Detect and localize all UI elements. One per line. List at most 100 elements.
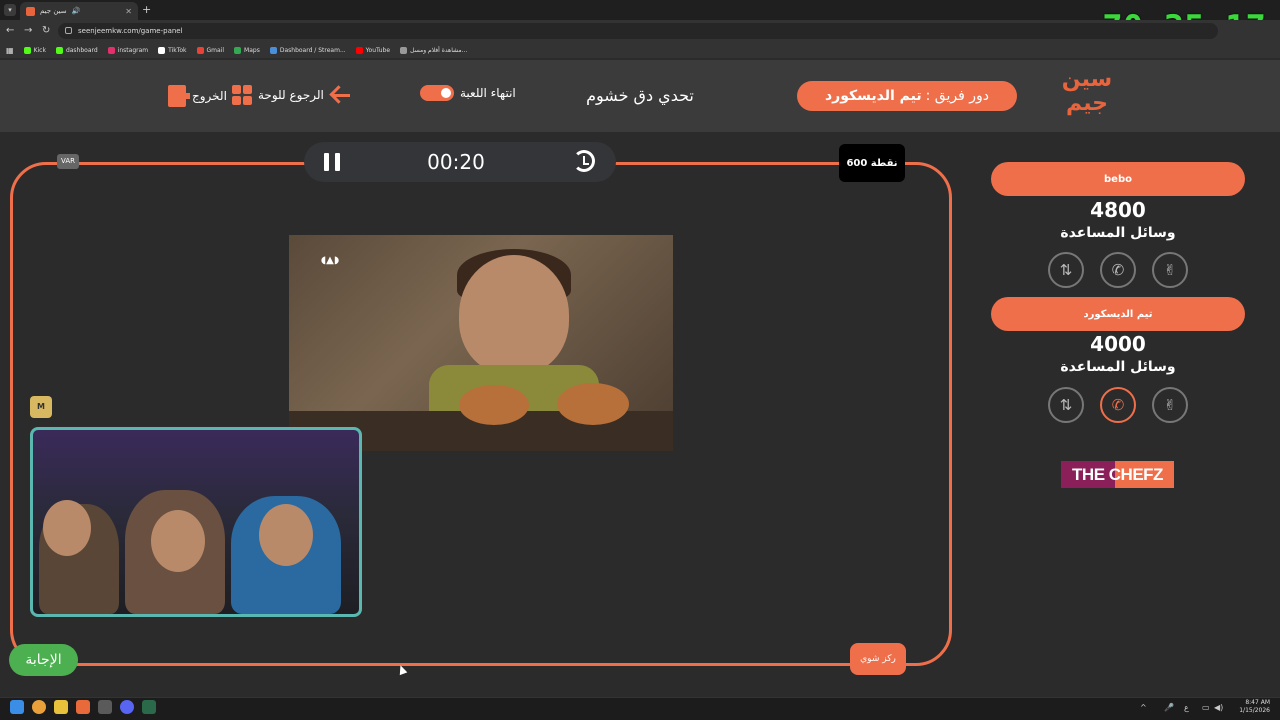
exit-label: الخروج xyxy=(192,89,227,103)
streamer-badge-icon: M xyxy=(30,396,52,418)
tab-search-icon[interactable]: ▾ xyxy=(4,4,16,16)
bookmark-label: TikTok xyxy=(168,46,187,54)
bookmark-item[interactable]: Dashboard / Stream... xyxy=(269,46,346,54)
bookmark-item[interactable]: YouTube xyxy=(355,46,391,54)
close-tab-icon[interactable]: ✕ xyxy=(125,7,132,16)
focus-button[interactable]: ركز شوي xyxy=(850,643,906,675)
help-tools-title: وسائل المساعدة xyxy=(1060,359,1176,375)
url-input[interactable]: seenjeemkw.com/game-panel xyxy=(58,23,1218,39)
countdown-timer: 00:20 xyxy=(427,150,485,174)
bookmark-label: Maps xyxy=(244,46,260,54)
hand-swap-icon[interactable]: ⇅ xyxy=(1048,252,1084,288)
bookmark-item[interactable]: dashboard xyxy=(55,46,98,54)
site-favicon-icon xyxy=(26,6,35,16)
new-tab-button[interactable]: + xyxy=(142,3,151,16)
sponsor-logo: THE CHEFZ xyxy=(1061,461,1174,488)
bookmark-label: Kick xyxy=(33,46,46,54)
var-button[interactable]: VAR xyxy=(57,154,79,169)
tab-title: سين جيم xyxy=(40,7,67,15)
exit-button[interactable]: الخروج xyxy=(168,85,227,107)
file-explorer-icon[interactable] xyxy=(54,700,68,714)
bookmark-favicon-icon xyxy=(269,46,277,54)
bookmark-label: dashboard xyxy=(65,46,98,54)
bookmark-favicon-icon xyxy=(55,46,63,54)
two-fingers-icon[interactable]: ✌ xyxy=(1152,252,1188,288)
help-tools-row: ⇅ ✆ ✌ xyxy=(1048,387,1188,423)
toggle-icon xyxy=(420,85,454,101)
team-score: 4800 xyxy=(1090,198,1146,222)
obs-icon[interactable] xyxy=(98,700,112,714)
forward-icon[interactable]: → xyxy=(24,25,32,36)
bookmark-label: Gmail xyxy=(206,46,225,54)
bookmark-favicon-icon xyxy=(158,46,166,54)
back-to-board-button[interactable]: الرجوع للوحة xyxy=(232,85,354,105)
team-name-pill: تيم الديسكورد xyxy=(991,297,1245,331)
bookmark-favicon-icon xyxy=(23,46,31,54)
bookmark-label: Dashboard / Stream... xyxy=(279,46,346,54)
apps-grid-icon[interactable]: ▦ xyxy=(6,46,14,55)
two-fingers-icon[interactable]: ✌ xyxy=(1152,387,1188,423)
site-info-icon[interactable] xyxy=(65,27,72,34)
discord-icon[interactable] xyxy=(120,700,134,714)
reset-timer-icon[interactable] xyxy=(573,150,595,172)
bookmark-item[interactable]: instagram xyxy=(107,46,149,54)
video-frame-subject xyxy=(459,255,569,375)
turn-indicator: دور فريق : تيم الديسكورد xyxy=(797,81,1017,111)
chevron-up-icon[interactable]: ^ xyxy=(1140,703,1147,712)
phone-icon[interactable]: ✆ xyxy=(1100,387,1136,423)
speaker-icon: 🔊 xyxy=(71,7,81,15)
audio-icon[interactable]: ◖▲◗ xyxy=(319,255,341,271)
end-game-label: انتهاء اللعبة xyxy=(460,86,516,100)
logo[interactable]: سين جيم xyxy=(1060,68,1114,124)
phone-icon[interactable]: ✆ xyxy=(1100,252,1136,288)
bookmark-favicon-icon xyxy=(107,46,115,54)
bookmark-label: instagram xyxy=(117,46,149,54)
app-icon[interactable] xyxy=(76,700,90,714)
bookmark-favicon-icon xyxy=(234,46,242,54)
clock[interactable]: 8:47 AM 1/15/2026 xyxy=(1239,699,1270,715)
back-icon[interactable]: ← xyxy=(6,25,14,36)
arrow-left-icon xyxy=(330,85,354,105)
chrome-icon[interactable] xyxy=(32,700,46,714)
microphone-icon[interactable]: 🎤 xyxy=(1164,703,1174,712)
help-tools-row: ⇅ ✆ ✌ xyxy=(1048,252,1188,288)
bookmarks-bar: ▦ Kick dashboard instagram TikTok Gmail Maps D… xyxy=(0,42,1280,58)
browser-tab[interactable]: سين جيم 🔊 ✕ xyxy=(20,2,138,20)
app-icon[interactable] xyxy=(142,700,156,714)
back-to-board-label: الرجوع للوحة xyxy=(258,88,324,102)
webcam-overlay xyxy=(30,427,362,617)
video-frame-muffin xyxy=(459,385,529,425)
language-indicator[interactable]: ع xyxy=(1184,703,1189,712)
webcam-person-head xyxy=(259,504,313,566)
question-video[interactable]: ◖▲◗ xyxy=(289,235,673,451)
bookmark-favicon-icon xyxy=(196,46,204,54)
url-text: seenjeemkw.com/game-panel xyxy=(78,27,183,35)
exit-door-icon xyxy=(168,85,190,107)
bookmark-item[interactable]: TikTok xyxy=(158,46,187,54)
clock-time: 8:47 AM xyxy=(1245,699,1270,706)
points-badge: 600 نقطة xyxy=(839,144,905,182)
webcam-person-head xyxy=(43,500,91,556)
webcam-person-head xyxy=(151,510,205,572)
bookmark-favicon-icon xyxy=(355,46,363,54)
team-score: 4000 xyxy=(1090,332,1146,356)
volume-icon[interactable]: ◀) xyxy=(1214,703,1223,712)
network-icon[interactable]: ▭ xyxy=(1202,703,1210,712)
bookmark-item[interactable]: مشاهدة أفلام ومسل... xyxy=(400,46,468,54)
hand-swap-icon[interactable]: ⇅ xyxy=(1048,387,1084,423)
bookmark-item[interactable]: Kick xyxy=(23,46,46,54)
video-frame-muffin xyxy=(557,383,629,425)
bookmark-label: مشاهدة أفلام ومسل... xyxy=(410,46,468,54)
windows-taskbar xyxy=(0,697,1280,720)
bookmark-label: YouTube xyxy=(365,46,391,54)
start-icon[interactable] xyxy=(10,700,24,714)
pause-icon[interactable] xyxy=(324,153,340,171)
turn-label: دور فريق : xyxy=(925,88,990,104)
answer-button[interactable]: الإجابة xyxy=(9,644,78,676)
end-game-button[interactable]: انتهاء اللعبة xyxy=(420,85,516,101)
bookmark-item[interactable]: Maps xyxy=(234,46,260,54)
bookmark-item[interactable]: Gmail xyxy=(196,46,225,54)
bookmark-favicon-icon xyxy=(400,46,408,54)
clock-date: 1/15/2026 xyxy=(1239,707,1270,714)
reload-icon[interactable]: ↻ xyxy=(42,25,50,36)
